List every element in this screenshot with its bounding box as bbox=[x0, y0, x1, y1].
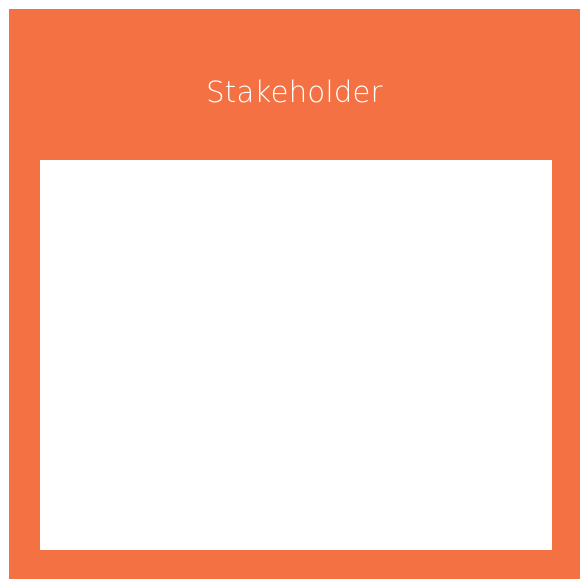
card-title: Stakeholder bbox=[206, 75, 383, 109]
stakeholder-card: Stakeholder bbox=[9, 9, 580, 579]
card-content-area[interactable] bbox=[40, 160, 552, 550]
